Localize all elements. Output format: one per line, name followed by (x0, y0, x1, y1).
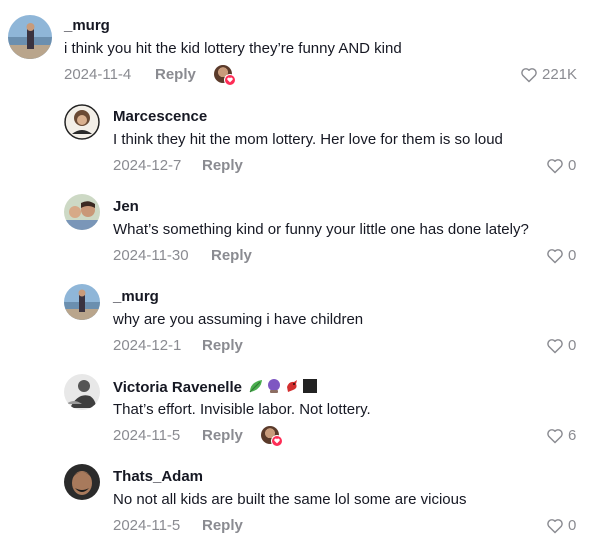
like-count: 0 (568, 157, 577, 174)
comment-text: I think they hit the mom lottery. Her lo… (113, 131, 503, 148)
reply-button[interactable]: Reply (202, 157, 243, 174)
heart-badge-icon (224, 74, 236, 86)
comment-username-text: Victoria Ravenelle (113, 379, 242, 396)
like-button[interactable]: 0 (546, 337, 576, 354)
purple-orb-emoji (266, 378, 282, 394)
comment-text: No not all kids are built the same lol s… (113, 491, 467, 508)
avatar[interactable] (8, 15, 52, 59)
avatar[interactable] (64, 284, 100, 320)
avatar[interactable] (64, 194, 100, 230)
comment-date: 2024-11-5 (113, 427, 181, 444)
heart-outline-icon (521, 67, 537, 82)
reply-comment: Jen What’s something kind or funny your … (0, 190, 593, 280)
like-count: 6 (568, 427, 577, 444)
heart-outline-icon (547, 158, 563, 173)
username-emojis (248, 378, 318, 394)
like-button[interactable]: 0 (546, 247, 576, 264)
comment-text: i think you hit the kid lottery they’re … (64, 40, 402, 57)
reply-comment: _murg why are you assuming i have childr… (0, 280, 593, 370)
comment-date: 2024-11-4 (64, 66, 132, 83)
comment-text: That’s effort. Invisible labor. Not lott… (113, 401, 371, 418)
leaf-emoji (248, 378, 264, 394)
reply-button[interactable]: Reply (202, 517, 243, 534)
like-count: 0 (568, 517, 577, 534)
comment-text: why are you assuming i have children (113, 311, 364, 328)
comment-username[interactable]: _murg (113, 288, 159, 305)
heart-outline-icon (547, 428, 563, 443)
comment-username[interactable]: Jen (113, 198, 139, 215)
comment-username[interactable]: _murg (64, 17, 110, 34)
avatar[interactable] (64, 374, 100, 410)
reply-button[interactable]: Reply (155, 66, 196, 83)
reply-comment: Thats_Adam No not all kids are built the… (0, 460, 593, 547)
comment: _murg i think you hit the kid lottery th… (0, 0, 593, 100)
heart-outline-icon (547, 338, 563, 353)
black-square-emoji (302, 378, 318, 394)
cardinal-bird-emoji (284, 378, 300, 394)
reply-comment: Victoria Ravenelle That’s effort. Invisi… (0, 370, 593, 460)
like-count: 221K (542, 66, 578, 83)
heart-outline-icon (547, 248, 563, 263)
heart-badge-icon (271, 435, 283, 447)
comment-date: 2024-12-7 (113, 157, 182, 174)
comment-date: 2024-11-5 (113, 517, 181, 534)
like-count: 0 (568, 337, 577, 354)
creator-liked-avatar (261, 426, 283, 447)
heart-outline-icon (547, 518, 563, 533)
avatar[interactable] (64, 464, 100, 500)
comment-date: 2024-12-1 (113, 337, 182, 354)
reply-button[interactable]: Reply (202, 337, 243, 354)
creator-liked-avatar (214, 65, 236, 86)
like-button[interactable]: 0 (546, 517, 576, 534)
reply-button[interactable]: Reply (202, 427, 243, 444)
comment-text: What’s something kind or funny your litt… (113, 221, 529, 238)
comment-username[interactable]: Thats_Adam (113, 468, 203, 485)
like-button[interactable]: 6 (546, 427, 576, 444)
comment-date: 2024-11-30 (113, 247, 189, 264)
comment-username[interactable]: Marcescence (113, 108, 207, 125)
comment-username[interactable]: Victoria Ravenelle (113, 378, 318, 396)
like-count: 0 (568, 247, 577, 264)
reply-button[interactable]: Reply (211, 247, 252, 264)
reply-comment: Marcescence I think they hit the mom lot… (0, 100, 593, 190)
like-button[interactable]: 0 (546, 157, 576, 174)
like-button[interactable]: 221K (520, 66, 577, 83)
avatar[interactable] (64, 104, 100, 140)
